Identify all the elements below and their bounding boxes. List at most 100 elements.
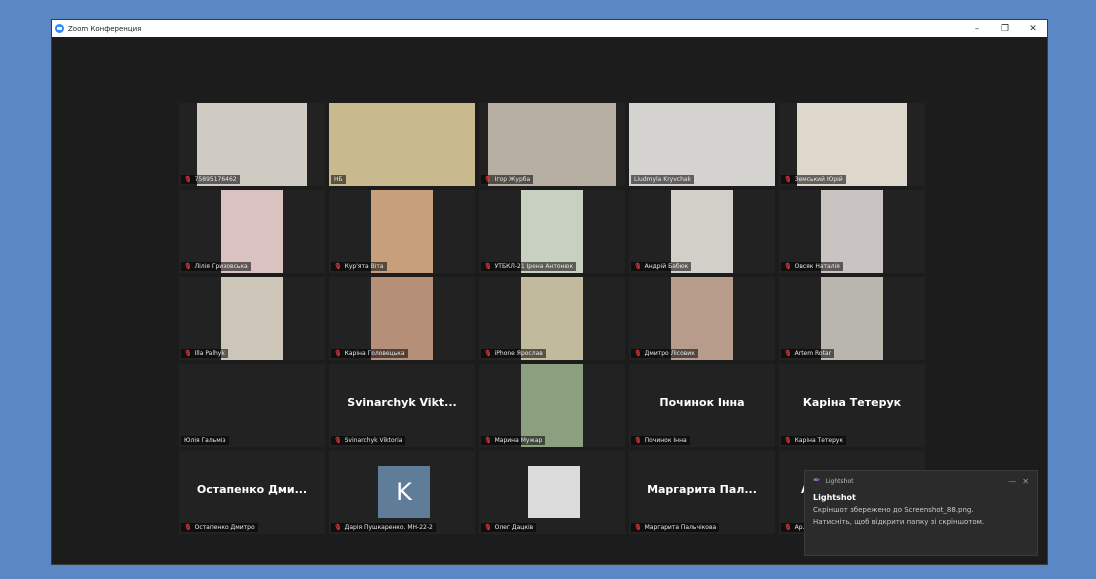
participant-tile[interactable]: 🎙 Олег Дацків bbox=[479, 451, 625, 534]
participant-tile[interactable]: 🎙 Artem Rotar bbox=[779, 277, 925, 360]
participant-name: НБ bbox=[334, 176, 343, 183]
notification-message[interactable]: Скріншот збережено до Screenshot_88.png.… bbox=[805, 502, 1037, 530]
participant-name: Земський Юрій bbox=[794, 176, 843, 183]
participant-name-label: НБ bbox=[331, 175, 346, 184]
participant-name: Починок Інна bbox=[644, 437, 687, 444]
participant-name-label: 🎙 Починок Інна bbox=[631, 436, 690, 445]
muted-mic-icon: 🎙 bbox=[484, 524, 492, 531]
participant-tile[interactable]: 🎙 Illa Palhyk bbox=[179, 277, 325, 360]
participant-name: Овсяк Наталія bbox=[794, 263, 840, 270]
participant-tile[interactable]: НБ bbox=[329, 103, 475, 186]
participant-name: Каріна Головецька bbox=[344, 350, 405, 357]
participant-video bbox=[797, 103, 907, 186]
minimize-button[interactable]: – bbox=[963, 20, 991, 37]
participant-video bbox=[521, 190, 583, 273]
participant-video bbox=[488, 103, 616, 186]
participant-name: Олег Дацків bbox=[494, 524, 534, 531]
participant-name-label: 🎙 Лілія Гризовська bbox=[181, 262, 251, 271]
participant-tile[interactable]: 🎙 Кур'ята Віта bbox=[329, 190, 475, 273]
participant-name-label: 🎙 Кур'ята Віта bbox=[331, 262, 387, 271]
participant-tile[interactable]: Юлія Гальміз bbox=[179, 364, 325, 447]
participant-name-label: 🎙 758951764​62 bbox=[181, 175, 240, 184]
notification-app-name: Lightshot bbox=[825, 477, 854, 485]
participant-name-label: 🎙 Ігор Журба bbox=[481, 175, 534, 184]
participant-tile[interactable]: Остапенко Дми... 🎙 Остапенко Дмитро bbox=[179, 451, 325, 534]
notification-minimize-button[interactable]: — bbox=[1008, 477, 1016, 486]
participant-tile[interactable]: 🎙 Марина Мужар bbox=[479, 364, 625, 447]
participant-tile[interactable]: 🎙 758951764​62 bbox=[179, 103, 325, 186]
zoom-logo-icon bbox=[55, 24, 64, 33]
participant-name-label: 🎙 Остапенко Дмитро bbox=[181, 523, 258, 532]
muted-mic-icon: 🎙 bbox=[784, 524, 792, 531]
participant-tile[interactable]: 🎙 Лілія Гризовська bbox=[179, 190, 325, 273]
participant-name: УТБКЛ-21 Ірена Антонюк bbox=[494, 263, 574, 270]
muted-mic-icon: 🎙 bbox=[784, 350, 792, 357]
muted-mic-icon: 🎙 bbox=[184, 176, 192, 183]
participant-tile[interactable]: 🎙 УТБКЛ-21 Ірена Антонюк bbox=[479, 190, 625, 273]
participant-name: iPhone Ярослав bbox=[494, 350, 543, 357]
participant-name-label: 🎙 Овсяк Наталія bbox=[781, 262, 843, 271]
participant-tile[interactable]: Каріна Тетерук 🎙 Каріна Тетерук bbox=[779, 364, 925, 447]
participant-name: Каріна Тетерук bbox=[794, 437, 844, 444]
gallery-grid: 🎙 758951764​62 НБ 🎙 Ігор Журба Liudmyla Kryvc… bbox=[179, 103, 925, 534]
muted-mic-icon: 🎙 bbox=[634, 350, 642, 357]
participant-name-label: 🎙 Illa Palhyk bbox=[181, 349, 228, 358]
participant-video bbox=[671, 277, 733, 360]
lightshot-notification[interactable]: ✒ Lightshot — ✕ Lightshot Скріншот збере… bbox=[804, 470, 1038, 556]
muted-mic-icon: 🎙 bbox=[634, 263, 642, 270]
participant-name-label: Юлія Гальміз bbox=[181, 436, 229, 445]
notification-close-button[interactable]: ✕ bbox=[1022, 477, 1029, 486]
participant-tile[interactable]: 🎙 Земський Юрій bbox=[779, 103, 925, 186]
participant-name-label: 🎙 Artem Rotar bbox=[781, 349, 835, 358]
participant-video bbox=[521, 277, 583, 360]
participant-name: Маргарита Пальчікова bbox=[644, 524, 717, 531]
muted-mic-icon: 🎙 bbox=[484, 437, 492, 444]
participant-name-label: 🎙 Олег Дацків bbox=[481, 523, 537, 532]
notification-header: ✒ Lightshot — ✕ bbox=[805, 471, 1037, 491]
participant-tile[interactable]: Маргарита Пал... 🎙 Маргарита Пальчікова bbox=[629, 451, 775, 534]
muted-mic-icon: 🎙 bbox=[484, 176, 492, 183]
muted-mic-icon: 🎙 bbox=[634, 437, 642, 444]
participant-tile[interactable]: 🎙 iPhone Ярослав bbox=[479, 277, 625, 360]
participant-name-label: 🎙 УТБКЛ-21 Ірена Антонюк bbox=[481, 262, 577, 271]
participant-video bbox=[197, 103, 307, 186]
participant-video bbox=[221, 277, 283, 360]
participant-name: Андрій Бабюк bbox=[644, 263, 689, 270]
participant-name: Ігор Журба bbox=[494, 176, 531, 183]
participant-tile[interactable]: Svinarchyk Vikt... 🎙 Svinarchyk Viktoria bbox=[329, 364, 475, 447]
participant-tile[interactable]: 🎙 Каріна Головецька bbox=[329, 277, 475, 360]
participant-tile[interactable]: 🎙 Андрій Бабюк bbox=[629, 190, 775, 273]
participant-name: Svinarchyk Viktoria bbox=[344, 437, 403, 444]
maximize-button[interactable]: ❐ bbox=[991, 20, 1019, 37]
muted-mic-icon: 🎙 bbox=[334, 263, 342, 270]
participant-video bbox=[821, 277, 883, 360]
participant-tile[interactable]: Починок Інна 🎙 Починок Інна bbox=[629, 364, 775, 447]
feather-icon: ✒ bbox=[813, 476, 821, 486]
participant-video bbox=[329, 103, 475, 186]
participant-tile[interactable]: 🎙 Ігор Журба bbox=[479, 103, 625, 186]
participant-name-label: 🎙 Марина Мужар bbox=[481, 436, 546, 445]
participant-display-name: Починок Інна bbox=[659, 396, 745, 409]
participant-video bbox=[521, 364, 583, 447]
participant-tile[interactable]: 🎙 Дмитро Лісовик bbox=[629, 277, 775, 360]
notification-line-2: Натисніть, щоб відкрити папку зі скріншо… bbox=[813, 518, 985, 526]
participant-name-label: 🎙 Андрій Бабюк bbox=[631, 262, 692, 271]
title-bar: Zoom Конференция – ❐ ✕ bbox=[52, 20, 1047, 37]
close-button[interactable]: ✕ bbox=[1019, 20, 1047, 37]
participant-tile[interactable]: Liudmyla Kryvchak bbox=[629, 103, 775, 186]
muted-mic-icon: 🎙 bbox=[784, 263, 792, 270]
participant-name: Лілія Гризовська bbox=[194, 263, 248, 270]
participant-tile[interactable]: K 🎙 Дарія Пушкаренко. МН-22-2 bbox=[329, 451, 475, 534]
participant-video bbox=[671, 190, 733, 273]
window-title: Zoom Конференция bbox=[68, 24, 142, 33]
participant-video bbox=[221, 190, 283, 273]
participant-name-label: 🎙 Дмитро Лісовик bbox=[631, 349, 698, 358]
participant-display-name: Остапенко Дми... bbox=[196, 483, 308, 496]
participant-name: Artem Rotar bbox=[794, 350, 832, 357]
participant-name: Дмитро Лісовик bbox=[644, 350, 695, 357]
muted-mic-icon: 🎙 bbox=[784, 176, 792, 183]
participant-name: Liudmyla Kryvchak bbox=[634, 176, 692, 183]
participant-name: Остапенко Дмитро bbox=[194, 524, 255, 531]
participant-tile[interactable]: 🎙 Овсяк Наталія bbox=[779, 190, 925, 273]
participant-video bbox=[821, 190, 883, 273]
